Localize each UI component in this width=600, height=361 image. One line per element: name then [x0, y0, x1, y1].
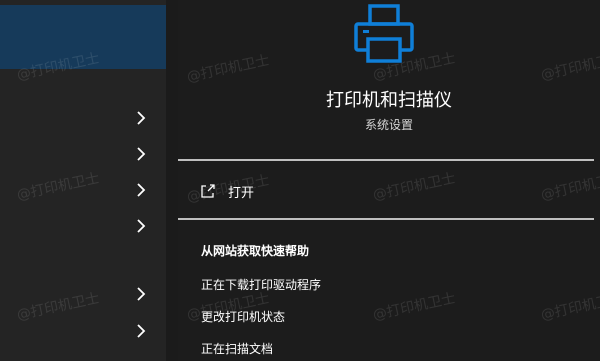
open-action[interactable]: 打开	[200, 180, 254, 202]
result-row[interactable]	[0, 277, 166, 311]
printer-icon	[353, 3, 415, 63]
result-row[interactable]	[0, 137, 166, 171]
result-row[interactable]	[0, 209, 166, 243]
best-match-result[interactable]	[0, 5, 166, 69]
open-external-icon	[200, 183, 216, 199]
result-row[interactable]	[0, 101, 166, 135]
chevron-right-icon[interactable]	[134, 182, 148, 198]
results-list	[0, 0, 166, 361]
help-link[interactable]: 正在下载打印驱动程序	[201, 276, 321, 293]
chevron-right-icon[interactable]	[134, 146, 148, 162]
result-row[interactable]	[0, 314, 166, 348]
help-section-title: 从网站获取快速帮助	[201, 244, 310, 258]
chevron-right-icon[interactable]	[134, 286, 148, 302]
pane-divider	[166, 0, 178, 361]
app-subtitle: 系统设置	[364, 118, 413, 132]
app-title: 打印机和扫描仪	[326, 90, 452, 111]
divider	[178, 218, 594, 220]
chevron-right-icon[interactable]	[134, 323, 148, 339]
chevron-right-icon[interactable]	[134, 110, 148, 126]
open-label: 打开	[228, 185, 255, 201]
help-link[interactable]: 正在扫描文档	[201, 340, 273, 357]
help-link[interactable]: 更改打印机状态	[201, 308, 285, 325]
chevron-right-icon[interactable]	[134, 218, 148, 234]
search-window: 打印机和扫描仪 系统设置 打开 从网站获取快速帮助 正在下载打印驱动程序 更改打…	[0, 0, 600, 361]
divider	[178, 159, 594, 161]
result-row[interactable]	[0, 173, 166, 207]
detail-pane: 打印机和扫描仪 系统设置 打开 从网站获取快速帮助 正在下载打印驱动程序 更改打…	[178, 0, 600, 361]
